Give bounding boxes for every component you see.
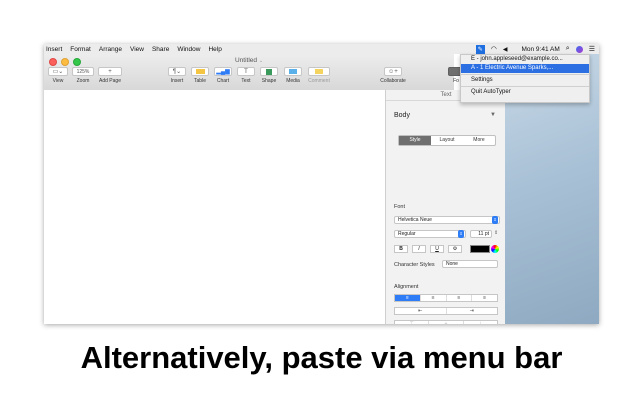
align-center-icon[interactable]: ≡ xyxy=(421,295,447,301)
text-options-gear-icon[interactable]: ⚙ xyxy=(448,245,462,253)
comment-icon xyxy=(308,67,330,76)
plus-icon: + xyxy=(98,67,122,76)
document-canvas[interactable] xyxy=(44,90,385,324)
add-page-button[interactable]: + Add Page xyxy=(98,67,122,84)
collaborate-button[interactable]: ☺+ Collaborate xyxy=(378,67,408,84)
text-button[interactable]: T Text xyxy=(237,67,255,84)
align-bottom-icon[interactable]: ⊥ xyxy=(464,321,497,324)
chart-button[interactable]: ▂▄▆ Chart xyxy=(214,67,232,84)
shape-icon xyxy=(260,67,278,76)
document-title: Untitled ⌄ xyxy=(234,57,264,64)
segment-style[interactable]: Style xyxy=(399,136,431,145)
paragraph-style[interactable]: Body xyxy=(394,112,410,119)
text-icon: T xyxy=(237,67,255,76)
window-titlebar: Untitled ⌄ ▭⌄ View 125% Zoom + Add Page … xyxy=(44,54,464,91)
font-section-label: Font xyxy=(394,204,406,210)
menu-item-email[interactable]: E - john.appleseed@example.co... xyxy=(461,55,589,64)
siri-icon[interactable] xyxy=(575,45,583,53)
menu-window[interactable]: Window xyxy=(177,46,200,53)
chevron-down-icon[interactable]: ▼ xyxy=(490,112,496,118)
menu-help[interactable]: Help xyxy=(208,46,221,53)
character-styles-select[interactable]: None xyxy=(442,260,498,268)
sidebar-icon: ▭⌄ xyxy=(48,67,68,76)
menu-format[interactable]: Format xyxy=(70,46,91,53)
table-icon xyxy=(191,67,209,76)
align-left-icon[interactable]: ≡ xyxy=(395,295,421,301)
font-size-field[interactable]: 11 pt xyxy=(470,230,492,238)
shape-button[interactable]: Shape xyxy=(260,67,278,84)
caption-text: Alternatively, paste via menu bar xyxy=(80,340,563,375)
format-sidebar: Text Body ▼ Style Layout More Font Helve… xyxy=(385,90,506,324)
menu-separator xyxy=(461,86,589,87)
italic-button[interactable]: I xyxy=(412,245,426,253)
font-style-select[interactable]: Regular xyxy=(394,230,466,238)
menu-item-address[interactable]: A - 1 Electric Avenue Sparks,... xyxy=(461,64,589,73)
menu-item-quit[interactable]: Quit AutoTyper xyxy=(461,88,589,97)
volume-icon[interactable]: ◀ xyxy=(503,46,508,53)
underline-button[interactable]: U xyxy=(430,245,444,253)
bold-button[interactable]: B xyxy=(394,245,408,253)
menu-bar: Insert Format Arrange View Share Window … xyxy=(44,44,599,54)
menu-view[interactable]: View xyxy=(130,46,144,53)
menu-separator xyxy=(461,74,589,75)
text-color-swatch[interactable] xyxy=(470,245,490,253)
chart-icon: ▂▄▆ xyxy=(214,67,232,76)
alignment-control: ≡ ≡ ≡ ≡ xyxy=(394,294,498,302)
view-button[interactable]: ▭⌄ View xyxy=(48,67,68,84)
spotlight-search-icon[interactable]: ⌕ xyxy=(566,45,570,53)
style-layout-more-control: Style Layout More xyxy=(398,135,496,146)
align-justify-icon[interactable]: ≡ xyxy=(472,295,497,301)
menu-item-settings[interactable]: Settings xyxy=(461,76,589,85)
font-size-stepper-icon[interactable]: ⇕ xyxy=(494,230,498,236)
menu-share[interactable]: Share xyxy=(152,46,169,53)
menu-arrange[interactable]: Arrange xyxy=(99,46,122,53)
segment-more[interactable]: More xyxy=(463,136,495,145)
autotyper-dropdown-menu: E - john.appleseed@example.co... A - 1 E… xyxy=(460,54,590,103)
vertical-align-control: ⊤ + ⊥ xyxy=(394,320,498,324)
comment-button[interactable]: Comment xyxy=(308,67,330,84)
font-family-select[interactable]: Helvetica Neue xyxy=(394,216,500,224)
increase-indent-icon[interactable]: ⇥ xyxy=(447,308,498,314)
align-middle-icon[interactable]: + xyxy=(429,321,464,324)
color-wheel-icon[interactable] xyxy=(491,245,499,253)
insert-button[interactable]: ¶⌄ Insert xyxy=(168,67,186,84)
alignment-label: Alignment xyxy=(394,284,419,290)
media-button[interactable]: Media xyxy=(284,67,302,84)
collaborate-icon: ☺+ xyxy=(384,67,402,76)
menu-insert[interactable]: Insert xyxy=(46,46,62,53)
zoom-value[interactable]: 125% xyxy=(72,67,94,76)
notification-center-icon[interactable]: ☰ xyxy=(589,45,595,53)
wifi-icon[interactable]: ◠ xyxy=(491,45,497,53)
font-style-stepper-icon[interactable]: ⇕ xyxy=(458,230,464,238)
segment-layout[interactable]: Layout xyxy=(431,136,463,145)
decrease-indent-icon[interactable]: ⇤ xyxy=(395,308,447,314)
character-styles-label: Character Styles xyxy=(394,262,435,268)
screenshot-frame: Insert Format Arrange View Share Window … xyxy=(44,44,599,324)
align-right-icon[interactable]: ≡ xyxy=(447,295,473,301)
autotyper-menu-icon[interactable]: ✎ xyxy=(475,44,485,54)
align-top-icon[interactable]: ⊤ xyxy=(395,321,430,324)
media-icon xyxy=(284,67,302,76)
font-family-stepper-icon[interactable]: ⇕ xyxy=(492,216,498,224)
table-button[interactable]: Table xyxy=(191,67,209,84)
zoom-control[interactable]: 125% Zoom xyxy=(72,67,94,84)
indent-control: ⇤ ⇥ xyxy=(394,307,498,315)
clock[interactable]: Mon 9:41 AM xyxy=(521,46,559,53)
paragraph-icon: ¶⌄ xyxy=(168,67,186,76)
